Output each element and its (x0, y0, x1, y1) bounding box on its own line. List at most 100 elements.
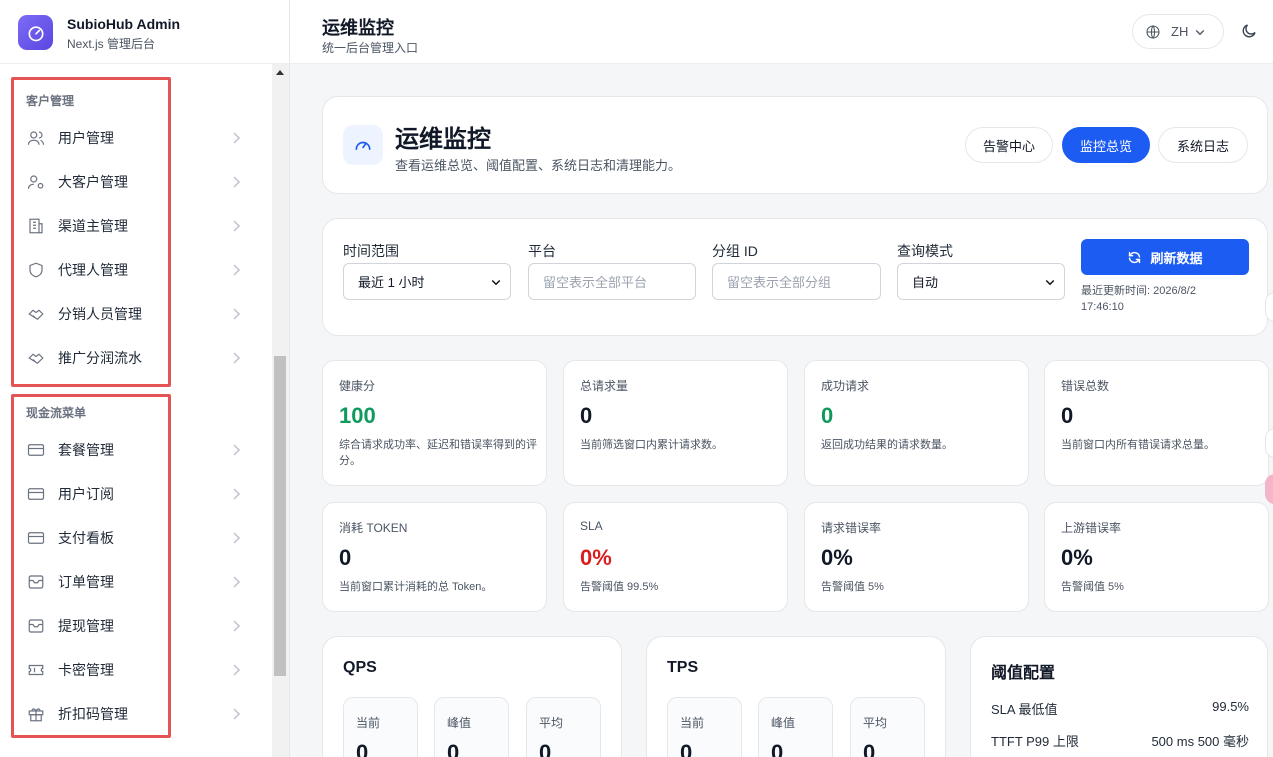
threshold-row-ttft: TTFT P99 上限 500 ms 500 毫秒 (991, 731, 1249, 750)
inbox-icon (26, 616, 46, 636)
stat-request-error-rate: 请求错误率 0% 告警阈值 5% (804, 502, 1029, 612)
platform-label: 平台 (528, 243, 556, 259)
sidebar-item-label: 用户管理 (58, 130, 114, 146)
brand-subtitle: Next.js 管理后台 (67, 37, 156, 51)
stat-desc: 告警阈值 5% (821, 581, 884, 593)
page-title: 运维监控 (322, 18, 394, 38)
group-id-input[interactable]: 留空表示全部分组 (712, 263, 881, 300)
sidebar-item-payments[interactable]: 支付看板 (14, 518, 264, 558)
mini-value: 0 (771, 740, 784, 757)
scrollbar-thumb[interactable] (274, 356, 286, 676)
sidebar-item-agents[interactable]: 代理人管理 (14, 250, 264, 290)
sidebar-item-label: 推广分润流水 (58, 350, 142, 366)
threshold-value: 500 ms 500 毫秒 (1151, 734, 1249, 749)
stat-value: 0 (1061, 403, 1074, 428)
time-range-select[interactable]: 最近 1 小时 (343, 263, 511, 300)
sidebar-item-subscriptions[interactable]: 用户订阅 (14, 474, 264, 514)
moon-icon[interactable] (1240, 22, 1258, 40)
query-mode-select[interactable]: 自动 (897, 263, 1065, 300)
tab-overview[interactable]: 监控总览 (1062, 127, 1150, 163)
sidebar-item-users[interactable]: 用户管理 (14, 118, 264, 158)
stat-error-total: 错误总数 0 当前窗口内所有错误请求总量。 (1044, 360, 1269, 486)
language-label: ZH (1171, 24, 1189, 39)
handshake-icon (26, 304, 46, 324)
stat-desc: 返回成功结果的请求数量。 (821, 439, 953, 451)
ticket-icon (26, 660, 46, 680)
stat-desc: 当前筛选窗口内累计请求数。 (580, 439, 723, 451)
floating-widget[interactable] (1265, 292, 1273, 322)
gift-icon (26, 704, 46, 724)
page-subtitle: 统一后台管理入口 (322, 41, 419, 55)
stat-value: 0% (580, 545, 612, 570)
sidebar-item-plans[interactable]: 套餐管理 (14, 430, 264, 470)
sidebar-scrollbar[interactable] (272, 64, 289, 757)
stat-label: 成功请求 (821, 379, 870, 393)
group-title-cashflow: 现金流菜单 (26, 406, 87, 420)
users-icon (26, 128, 46, 148)
sidebar-item-label: 折扣码管理 (58, 706, 128, 722)
threshold-label: TTFT P99 上限 (991, 734, 1079, 749)
sidebar-item-discount-codes[interactable]: 折扣码管理 (14, 694, 264, 734)
sidebar-item-channels[interactable]: 渠道主管理 (14, 206, 264, 246)
sidebar-item-orders[interactable]: 订单管理 (14, 562, 264, 602)
stat-label: 总请求量 (580, 379, 629, 393)
threshold-label: SLA 最低值 (991, 702, 1058, 717)
stat-health-score: 健康分 100 综合请求成功率、延迟和错误率得到的评分。 (322, 360, 547, 486)
chevron-down-icon (1196, 29, 1205, 35)
mini-value: 0 (680, 740, 693, 757)
hero-subtitle: 查看运维总览、阈值配置、系统日志和清理能力。 (395, 158, 682, 173)
sidebar-item-label: 代理人管理 (58, 262, 128, 278)
qps-current: 当前 0 (343, 697, 418, 757)
mini-label: 当前 (356, 716, 381, 730)
stat-label: 消耗 TOKEN (339, 521, 408, 535)
stat-label: 错误总数 (1061, 379, 1110, 393)
sidebar-item-card-keys[interactable]: 卡密管理 (14, 650, 264, 690)
gauge-icon (343, 125, 383, 165)
shield-icon (26, 260, 46, 280)
hero-title: 运维监控 (395, 126, 491, 153)
chevron-right-icon (233, 576, 241, 588)
tab-system-logs[interactable]: 系统日志 (1158, 127, 1248, 163)
filter-card: 时间范围 最近 1 小时 平台 留空表示全部平台 分组 ID 留空表示全部分组 … (322, 218, 1268, 336)
card-icon (26, 528, 46, 548)
tab-alerts[interactable]: 告警中心 (965, 127, 1053, 163)
sidebar-item-withdrawals[interactable]: 提现管理 (14, 606, 264, 646)
globe-icon (1146, 24, 1160, 39)
building-icon (26, 216, 46, 236)
top-header: 运维监控 统一后台管理入口 ZH (290, 0, 1273, 64)
refresh-button[interactable]: 刷新数据 (1081, 239, 1249, 275)
group-title-customers: 客户管理 (26, 94, 75, 108)
brand: SubioHub Admin Next.js 管理后台 (0, 0, 290, 64)
mini-label: 平均 (539, 716, 564, 730)
logo-icon (18, 15, 53, 50)
sidebar: SubioHub Admin Next.js 管理后台 客户管理 用户管理 大客… (0, 0, 290, 757)
sidebar-item-label: 支付看板 (58, 530, 114, 546)
qps-title: QPS (343, 659, 377, 676)
floating-avatar[interactable] (1265, 474, 1273, 504)
tps-panel: TPS 当前 0 峰值 0 平均 0 (646, 636, 946, 757)
stat-label: 请求错误率 (821, 521, 882, 535)
chevron-down-icon (1045, 279, 1055, 286)
platform-input[interactable]: 留空表示全部平台 (528, 263, 696, 300)
threshold-row-sla: SLA 最低值 99.5% (991, 699, 1249, 718)
chevron-right-icon (233, 220, 241, 232)
chevron-right-icon (233, 308, 241, 320)
sidebar-item-commission-flow[interactable]: 推广分润流水 (14, 338, 264, 378)
sidebar-item-key-accounts[interactable]: 大客户管理 (14, 162, 264, 202)
threshold-title: 阈值配置 (991, 665, 1056, 682)
language-switcher[interactable]: ZH (1132, 14, 1224, 49)
sidebar-item-label: 提现管理 (58, 618, 114, 634)
floating-widget[interactable] (1265, 428, 1273, 458)
stat-token-usage: 消耗 TOKEN 0 当前窗口累计消耗的总 Token。 (322, 502, 547, 612)
sidebar-item-label: 大客户管理 (58, 174, 128, 190)
mini-label: 平均 (863, 716, 888, 730)
hero-card: 运维监控 查看运维总览、阈值配置、系统日志和清理能力。 告警中心 监控总览 系统… (322, 96, 1268, 194)
sidebar-item-distributors[interactable]: 分销人员管理 (14, 294, 264, 334)
mini-value: 0 (447, 740, 460, 757)
scroll-up-icon[interactable] (276, 70, 284, 75)
sidebar-item-label: 卡密管理 (58, 662, 114, 678)
tps-avg: 平均 0 (850, 697, 925, 757)
sidebar-nav: 客户管理 用户管理 大客户管理 渠道主管理 代理人管理 分销人员管理 推广分润流… (0, 68, 272, 757)
user-gear-icon (26, 172, 46, 192)
time-range-value: 最近 1 小时 (358, 275, 425, 290)
